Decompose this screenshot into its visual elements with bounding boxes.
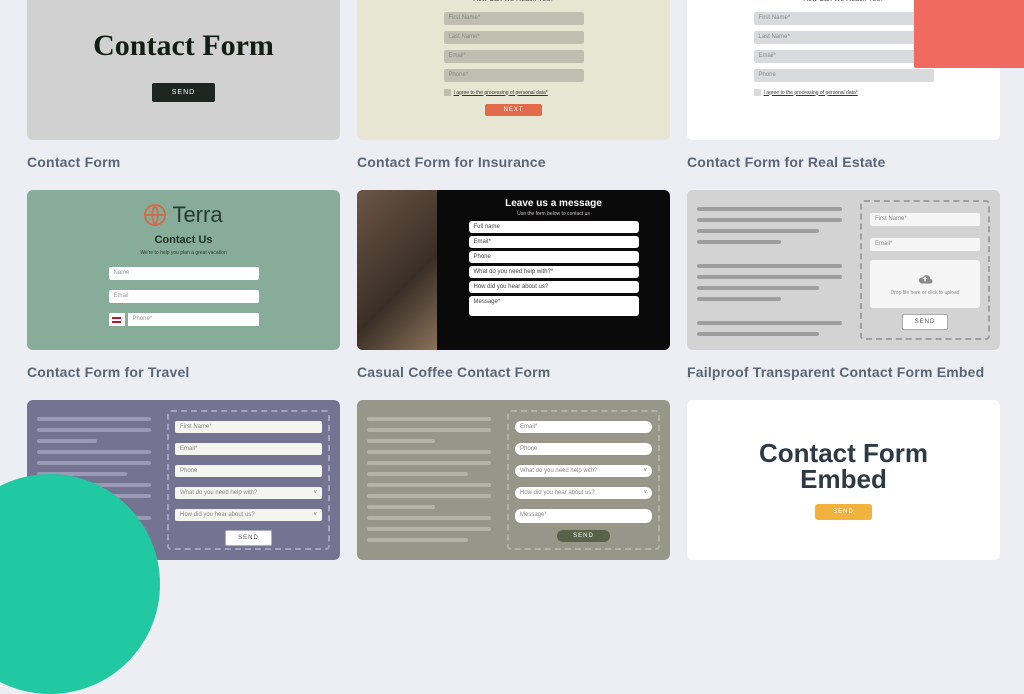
dropzone: Drop file here or click to upload [870, 260, 980, 308]
field: How did you hear about us? [175, 509, 322, 521]
thumb-header: How Can We Reach You? [803, 0, 884, 3]
field: Full name [469, 221, 639, 233]
consent-text: I agree to the processing of personal da… [764, 90, 858, 96]
placeholder-text [367, 410, 497, 550]
template-thumbnail: Terra Contact Us We're to help you plan … [27, 190, 340, 350]
template-thumbnail: First Name* Email* Drop file here or cli… [687, 190, 1000, 350]
thumb-heading: Contact Form Embed [759, 440, 928, 492]
send-button: Send [815, 504, 872, 520]
consent-row: I agree to the processing of personal da… [444, 89, 584, 96]
send-button: Send [225, 530, 272, 546]
field: First Name* [870, 213, 980, 226]
checkbox-icon [754, 89, 761, 96]
field: Phone [175, 465, 322, 477]
template-title: Contact Form for Travel [27, 364, 340, 380]
template-card[interactable]: Contact Form Send Contact Form [27, 0, 340, 170]
next-button: Next [485, 104, 541, 116]
brand-logo: Terra [144, 202, 222, 228]
field: What do you need help with? [515, 465, 652, 477]
cafe-photo [357, 190, 437, 350]
thumb-heading: Contact Us [154, 234, 212, 246]
template-card[interactable]: First Name* Email* Drop file here or cli… [687, 190, 1000, 380]
embed-box: First Name* Email* Drop file here or cli… [860, 200, 990, 340]
template-thumbnail: Leave us a message Use the form below to… [357, 190, 670, 350]
thumb-heading: Contact Form [93, 29, 274, 63]
field: Message* [469, 296, 639, 316]
field: Phone* [444, 69, 584, 82]
phone-field: Phone* [128, 313, 259, 326]
field: Phone [469, 251, 639, 263]
field: What do you need help with? [175, 487, 322, 499]
field: Email* [175, 443, 322, 455]
thumb-header: How Can We Reach You? [473, 0, 554, 3]
field: Email* [469, 236, 639, 248]
field: Email* [870, 238, 980, 251]
template-thumbnail: Contact Form Embed Send [687, 400, 1000, 560]
embed-box: First Name* Email* Phone What do you nee… [167, 410, 330, 550]
brand-name: Terra [172, 202, 222, 228]
template-title: Contact Form for Real Estate [687, 154, 1000, 170]
field: First Name* [175, 421, 322, 433]
field: How did you hear about us? [515, 487, 652, 499]
field: Email* [515, 421, 652, 433]
consent-text: I agree to the processing of personal da… [454, 90, 548, 96]
template-card[interactable]: Contact Form Embed Send [687, 400, 1000, 560]
send-button: Send [557, 530, 610, 542]
field: Name [109, 267, 259, 280]
template-card[interactable]: Leave us a message Use the form below to… [357, 190, 670, 380]
thumb-tagline: We're to help you plan a great vacation [140, 250, 226, 256]
checkbox-icon [444, 89, 451, 96]
template-title: Casual Coffee Contact Form [357, 364, 670, 380]
field: Email* [444, 50, 584, 63]
field: Last Name* [754, 31, 934, 44]
flag-icon [109, 313, 125, 326]
template-card[interactable]: Terra Contact Us We're to help you plan … [27, 190, 340, 380]
template-title: Contact Form for Insurance [357, 154, 670, 170]
field: How did you hear about us? [469, 281, 639, 293]
field: Phone [754, 69, 934, 82]
field: First Name* [754, 12, 934, 25]
template-title: Failproof Transparent Contact Form Embed [687, 364, 1000, 380]
upload-icon [916, 272, 934, 286]
template-thumbnail: Contact Form Send [27, 0, 340, 140]
field: Phone [515, 443, 652, 455]
send-button: Send [152, 83, 215, 102]
placeholder-text [697, 200, 850, 340]
field: Email [109, 290, 259, 303]
templates-grid: Contact Form Send Contact Form How Can W… [0, 0, 1024, 560]
template-card[interactable]: How Can We Reach You? First Name* Last N… [357, 0, 670, 170]
decorative-red-box [914, 0, 1024, 68]
heading-line: Embed [800, 464, 887, 494]
template-card[interactable]: Email* Phone What do you need help with?… [357, 400, 670, 560]
template-thumbnail: How Can We Reach You? First Name* Last N… [357, 0, 670, 140]
field: Email* [754, 50, 934, 63]
template-thumbnail: Email* Phone What do you need help with?… [357, 400, 670, 560]
consent-row: I agree to the processing of personal da… [754, 89, 934, 96]
phone-row: Phone* [109, 313, 259, 326]
send-button: Send [902, 314, 949, 330]
drop-text: Drop file here or click to upload [891, 290, 960, 296]
field: Last Name* [444, 31, 584, 44]
thumb-heading: Leave us a message [451, 198, 656, 209]
template-title: Contact Form [27, 154, 340, 170]
field: First Name* [444, 12, 584, 25]
thumb-form: Leave us a message Use the form below to… [437, 190, 670, 350]
field: Message* [515, 509, 652, 523]
globe-icon [144, 204, 166, 226]
thumb-sub: Use the form below to contact us [451, 211, 656, 217]
field: What do you need help with?* [469, 266, 639, 278]
embed-box: Email* Phone What do you need help with?… [507, 410, 660, 550]
